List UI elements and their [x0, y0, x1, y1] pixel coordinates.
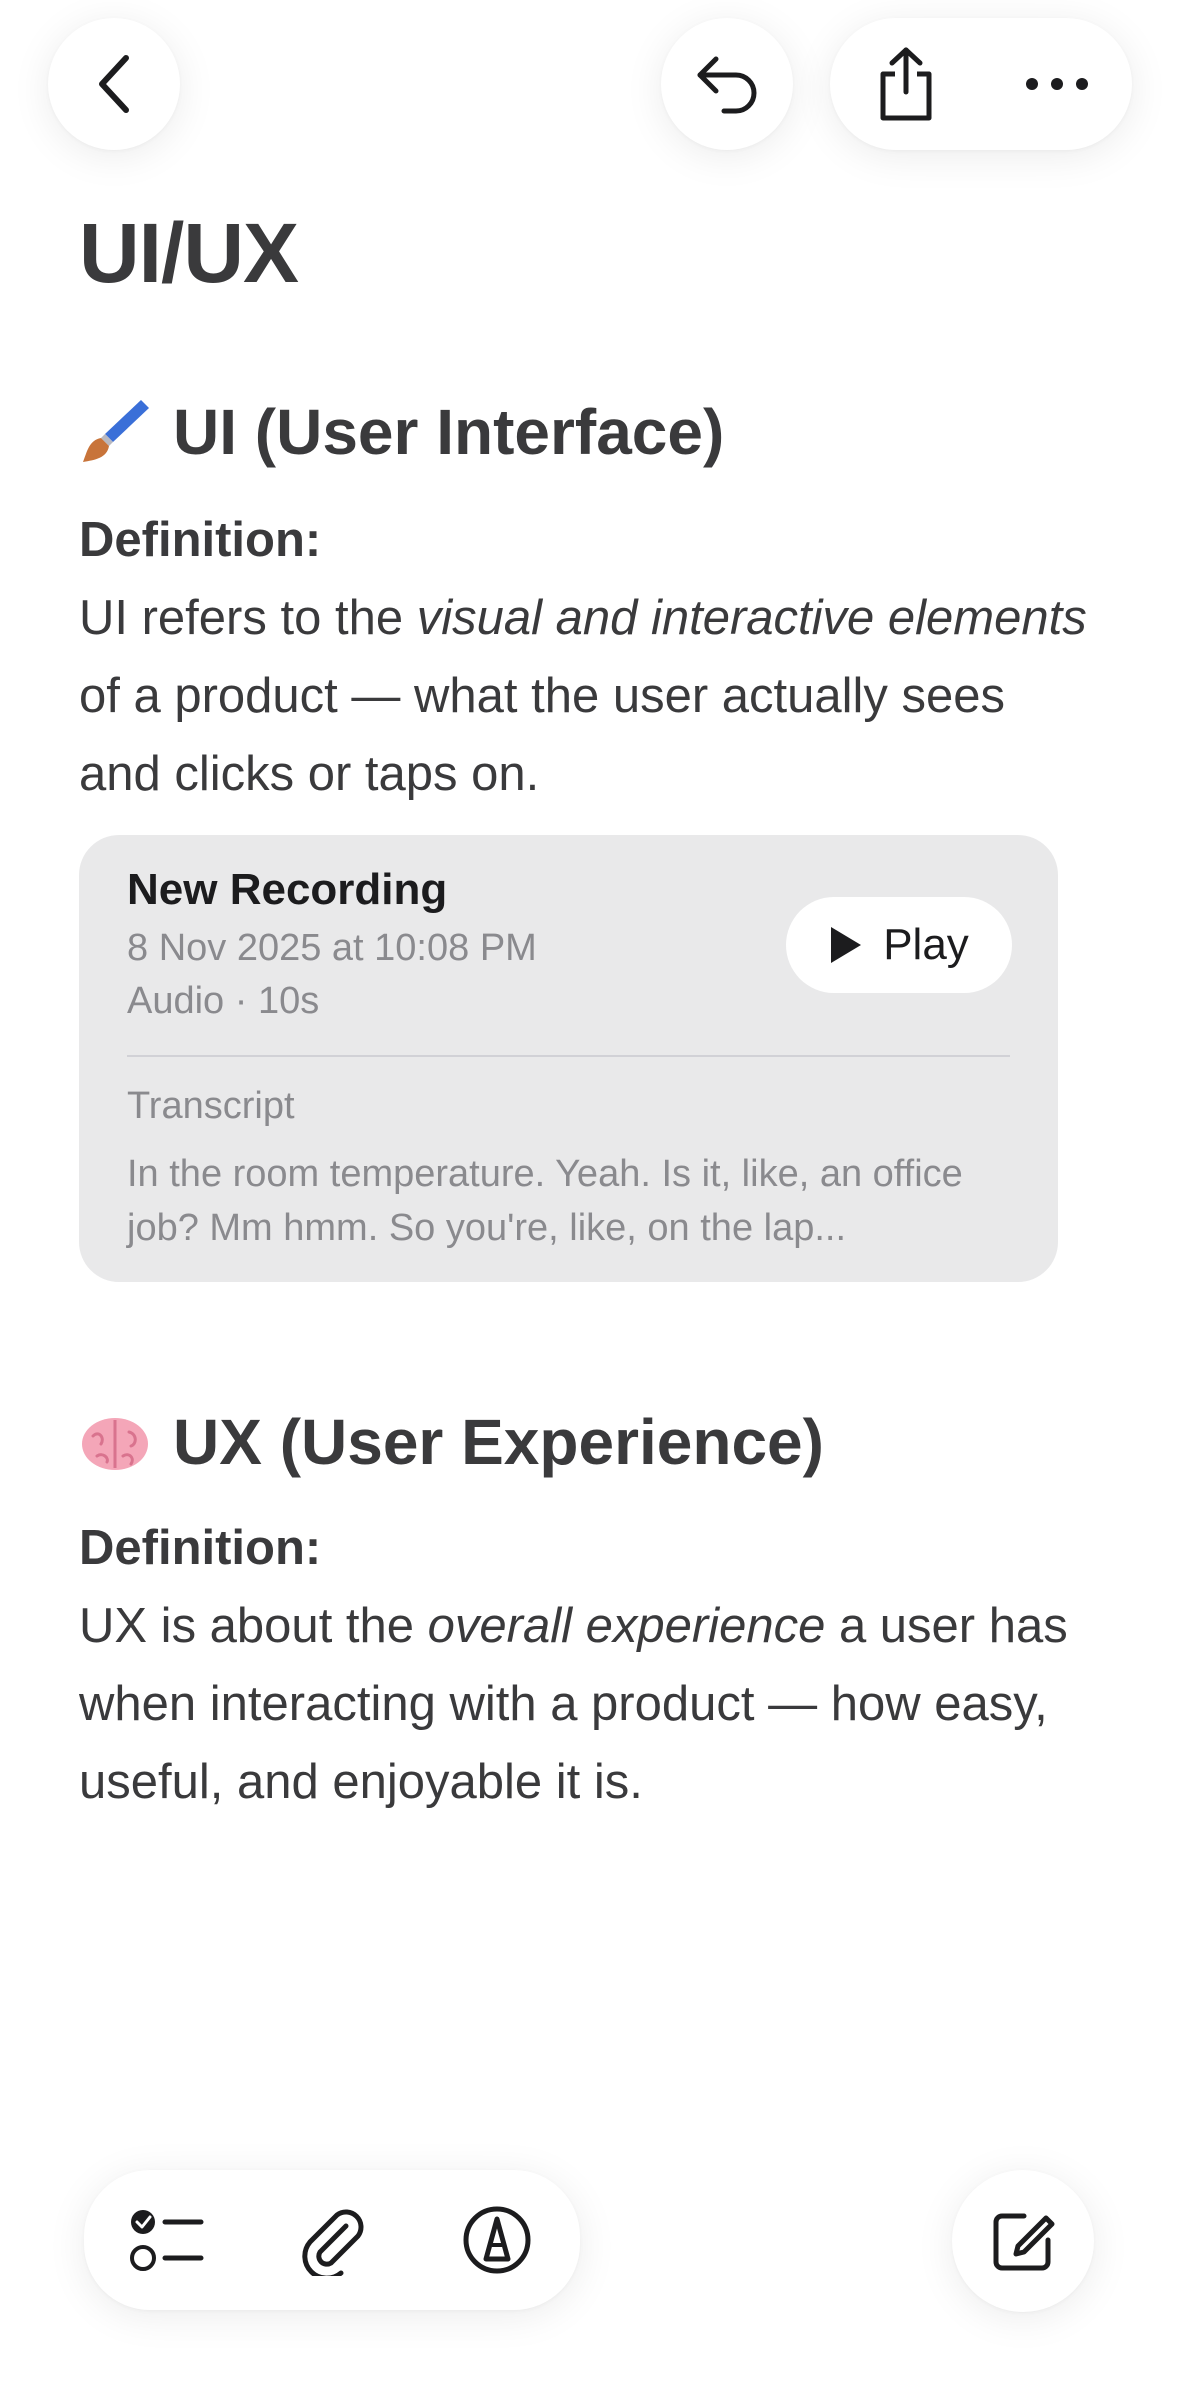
ui-text-part1: UI refers to the [79, 591, 417, 645]
play-button[interactable]: Play [786, 897, 1012, 993]
undo-button[interactable] [661, 18, 793, 150]
ux-text-italic: overall experience [427, 1599, 826, 1653]
play-label: Play [883, 920, 969, 969]
transcript-label: Transcript [127, 1085, 295, 1127]
recording-meta: Audio · 10s [127, 980, 320, 1022]
markup-pen-icon [462, 2205, 532, 2275]
ui-definition-label[interactable]: Definition: [79, 512, 321, 568]
paintbrush-icon [79, 396, 151, 468]
recording-date: 8 Nov 2025 at 10:08 PM [127, 927, 537, 969]
ux-section-heading[interactable]: UX (User Experience) [79, 1405, 824, 1479]
share-more-group [830, 18, 1132, 150]
ui-heading-text: UI (User Interface) [173, 396, 725, 468]
share-icon [875, 46, 937, 122]
ui-text-italic: visual and interactive elements [416, 591, 1087, 645]
ux-text-part1: UX is about the [79, 1599, 428, 1653]
attachment-button[interactable] [277, 2185, 387, 2295]
checklist-button[interactable] [112, 2185, 222, 2295]
recording-title: New Recording [127, 865, 448, 914]
play-icon [829, 925, 863, 965]
chevron-left-icon [92, 52, 136, 116]
ux-heading-text: UX (User Experience) [173, 1406, 824, 1478]
ux-definition-label[interactable]: Definition: [79, 1520, 321, 1576]
paperclip-icon [298, 2204, 366, 2276]
brain-icon [79, 1406, 151, 1478]
recording-card[interactable]: New Recording 8 Nov 2025 at 10:08 PM Aud… [79, 835, 1058, 1282]
ellipsis-icon [1025, 77, 1089, 91]
share-button[interactable] [851, 29, 961, 139]
checklist-icon [129, 2206, 205, 2274]
ux-definition-text[interactable]: UX is about the overall experience a use… [79, 1587, 1099, 1821]
ui-text-part2: of a product — what the user actually se… [79, 669, 1006, 801]
ui-section-heading[interactable]: UI (User Interface) [79, 395, 724, 469]
undo-arrow-icon [694, 53, 760, 115]
markup-button[interactable] [442, 2185, 552, 2295]
compose-icon [990, 2208, 1056, 2274]
compose-button[interactable] [952, 2170, 1094, 2312]
recording-divider [127, 1055, 1010, 1057]
transcript-text: In the room temperature. Yeah. Is it, li… [127, 1153, 963, 1249]
note-title[interactable]: UI/UX [79, 205, 299, 302]
bottom-tools-group [84, 2170, 580, 2310]
back-button[interactable] [48, 18, 180, 150]
more-button[interactable] [1002, 29, 1112, 139]
ui-definition-text[interactable]: UI refers to the visual and interactive … [79, 579, 1099, 813]
